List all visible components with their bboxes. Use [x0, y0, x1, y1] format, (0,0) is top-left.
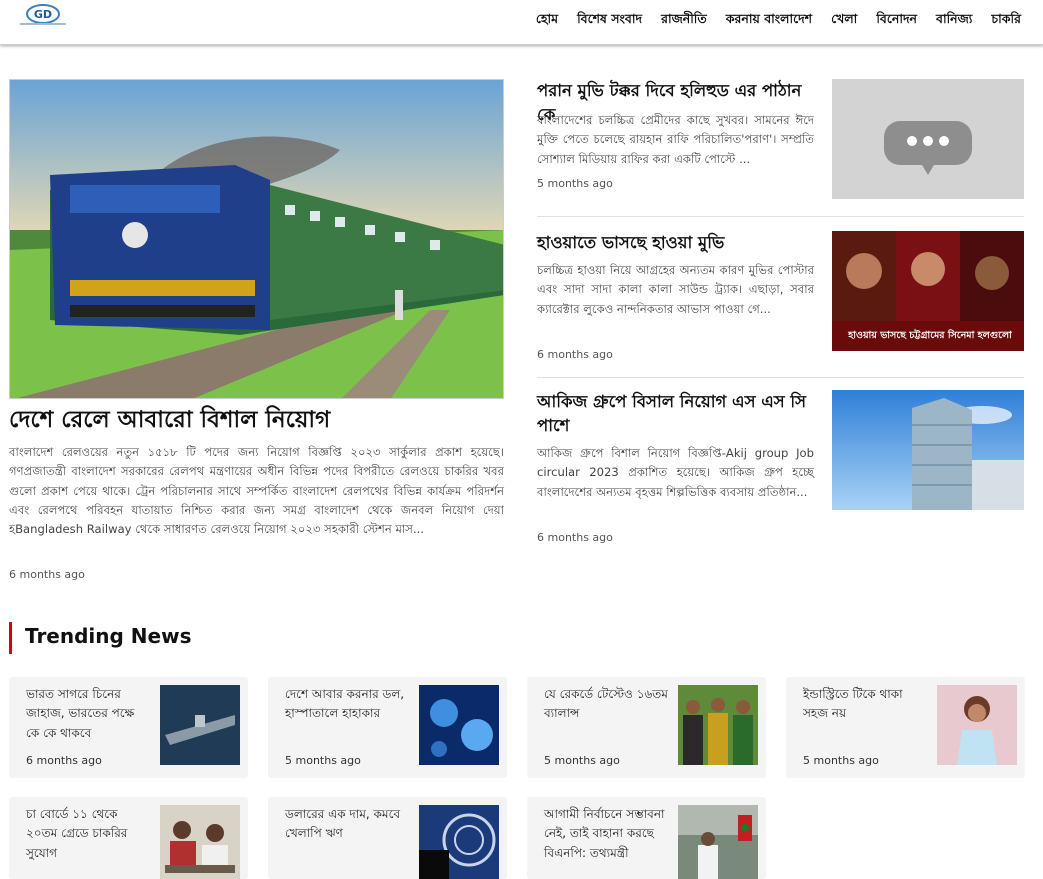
trending-accent-bar	[9, 622, 12, 654]
trending-card-title[interactable]: যে রেকর্ডে টেস্টেও ১৬তম ব্যালান্স	[544, 685, 669, 724]
trending-card-image[interactable]	[419, 805, 499, 879]
trending-card[interactable]: ইন্ডাস্ট্রিতে টিকে থাকা সহজ নয় 5 months…	[786, 677, 1025, 778]
side-story-title[interactable]: আকিজ গ্রুপে বিসাল নিয়োগ এস এস সি পাশে	[537, 390, 817, 438]
trending-card-time: 5 months ago	[803, 754, 879, 767]
trending-card-time: 6 months ago	[26, 754, 102, 767]
trending-card-image[interactable]	[160, 805, 240, 879]
trending-card-image[interactable]	[937, 685, 1017, 765]
side-story: হাওয়াতে ভাসছে হাওয়া মুভি চলচ্চিত্র হাও…	[537, 231, 1024, 371]
trending-heading: Trending News	[25, 624, 192, 648]
image-caption: হাওয়ায় ভাসছে চট্টগ্রামের সিনেমা হলগুলো	[847, 328, 1013, 341]
side-story-excerpt: আকিজ গ্রুপে বিশাল নিয়োগ বিজ্ঞপ্তি-Akij …	[537, 446, 814, 499]
site-header: GD হোম বিশেষ সংবাদ রাজনীতি করনায় বাংলাদ…	[0, 0, 1043, 45]
hero-excerpt: বাংলাদেশ রেলওয়ের নতুন ১৫১৮ টি পদের জন্য…	[9, 445, 504, 537]
side-story-title[interactable]: হাওয়াতে ভাসছে হাওয়া মুভি	[537, 231, 817, 255]
side-story-image[interactable]	[832, 390, 1024, 510]
nav-corona-bangladesh[interactable]: করনায় বাংলাদেশ	[726, 11, 812, 31]
trending-card-title[interactable]: দেশে আবার করনার ডল, হাস্পাতালে হাহাকার	[285, 685, 410, 724]
trending-card-time: 5 months ago	[544, 754, 620, 767]
trending-card-title[interactable]: ডলারের এক দাম, কমবে খেলাপি ঋণ	[285, 805, 410, 844]
nav-jobs[interactable]: চাকরি	[991, 11, 1021, 31]
divider	[537, 377, 1024, 378]
side-story-image[interactable]: হাওয়ায় ভাসছে চট্টগ্রামের সিনেমা হলগুলো	[832, 231, 1024, 351]
nav-politics[interactable]: রাজনীতি	[661, 11, 707, 31]
nav-business[interactable]: বানিজ্য	[936, 11, 972, 31]
trending-card[interactable]: ডলারের এক দাম, কমবে খেলাপি ঋণ	[268, 797, 507, 879]
trending-card[interactable]: আগামী নির্বাচনে সম্ভাবনা নেই, তাই বাহানা…	[527, 797, 766, 879]
trending-card[interactable]: চা বোর্ডে ১১ থেকে ২০তম গ্রেডে চাকরির সুয…	[9, 797, 248, 879]
trending-card[interactable]: ভারত সাগরে চিনের জাহাজ, ভারতের পক্ষে কে …	[9, 677, 248, 778]
hero-time: 6 months ago	[9, 568, 85, 581]
trending-card[interactable]: দেশে আবার করনার ডল, হাস্পাতালে হাহাকার 5…	[268, 677, 507, 778]
divider	[537, 216, 1024, 217]
side-story-time: 6 months ago	[537, 348, 613, 361]
trending-card-title[interactable]: ভারত সাগরে চিনের জাহাজ, ভারতের পক্ষে কে …	[26, 685, 151, 743]
trending-card-image[interactable]	[678, 685, 758, 765]
hero-image[interactable]	[9, 79, 504, 399]
side-story: আকিজ গ্রুপে বিসাল নিয়োগ এস এস সি পাশে আ…	[537, 390, 1024, 550]
main-nav: হোম বিশেষ সংবাদ রাজনীতি করনায় বাংলাদেশ …	[536, 11, 1021, 31]
site-logo[interactable]: GD	[12, 3, 74, 27]
nav-special-news[interactable]: বিশেষ সংবাদ	[577, 11, 642, 31]
trending-card[interactable]: যে রেকর্ডে টেস্টেও ১৬তম ব্যালান্স 5 mont…	[527, 677, 766, 778]
trending-card-title[interactable]: চা বোর্ডে ১১ থেকে ২০তম গ্রেডে চাকরির সুয…	[26, 805, 151, 863]
hero-title[interactable]: দেশে রেলে আবারো বিশাল নিয়োগ	[9, 404, 504, 436]
side-story: পরান মুভি টক্কর দিবে হলিহুড এর পাঠান কে …	[537, 79, 1024, 209]
side-story-time: 6 months ago	[537, 531, 613, 544]
side-story-excerpt: বাংলাদেশের চলচ্চিত্র প্রেমীদের কাছে সুখব…	[537, 113, 814, 166]
nav-home[interactable]: হোম	[536, 11, 558, 31]
nav-sports[interactable]: খেলা	[831, 11, 857, 31]
nav-entertainment[interactable]: বিনোদন	[876, 11, 917, 31]
svg-text:GD: GD	[34, 8, 52, 21]
side-story-image[interactable]	[832, 79, 1024, 199]
trending-card-time: 5 months ago	[285, 754, 361, 767]
trending-card-title[interactable]: আগামী নির্বাচনে সম্ভাবনা নেই, তাই বাহানা…	[544, 805, 669, 863]
logo-icon: GD	[20, 4, 66, 25]
side-story-time: 5 months ago	[537, 177, 613, 190]
trending-card-image[interactable]	[419, 685, 499, 765]
trending-card-title[interactable]: ইন্ডাস্ট্রিতে টিকে থাকা সহজ নয়	[803, 685, 928, 724]
side-story-excerpt: চলচ্চিত্র হাওয়া নিয়ে আগ্রহের অন্যতম কা…	[537, 263, 814, 316]
trending-card-image[interactable]	[678, 805, 758, 879]
trending-card-image[interactable]	[160, 685, 240, 765]
